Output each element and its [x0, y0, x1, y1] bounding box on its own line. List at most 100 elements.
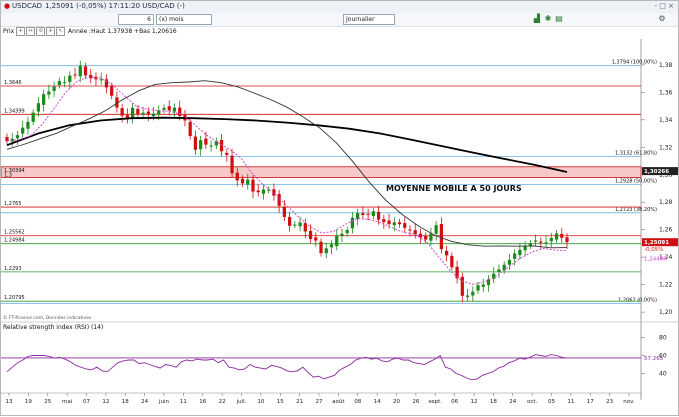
date-tick-label: 27 — [316, 399, 323, 405]
candle-body — [371, 211, 375, 217]
date-tick-label: 24 — [509, 399, 516, 405]
candle-body — [57, 80, 61, 86]
candle-body — [350, 217, 355, 229]
date-tick-label: 21 — [296, 399, 303, 405]
fib-level-label: 1,3132 (61,80%) — [615, 151, 657, 157]
candle-body — [497, 269, 501, 273]
date-tick-label: 17 — [587, 399, 594, 405]
fib-level-label: 1,2723 (38,20%) — [615, 207, 657, 213]
candle-body — [62, 81, 67, 83]
candle-body — [52, 86, 56, 91]
indicators-icon[interactable]: ✱ — [543, 14, 553, 24]
date-tick-label: sept. — [428, 399, 442, 405]
sma200-tag-label: 1,30266 — [644, 169, 669, 175]
candle-body — [528, 243, 532, 246]
window-controls[interactable]: - □ × — [655, 2, 674, 10]
rsi-tick-label: 40 — [659, 371, 667, 378]
candle-body — [261, 189, 266, 194]
window-quote: 1,25091 (-0,05%) 17:11:20 USD/CAD (-) — [45, 2, 185, 10]
candle-body — [345, 229, 349, 234]
date-tick-label: 07 — [83, 399, 90, 405]
candle-body — [230, 155, 234, 174]
candle-body — [209, 145, 213, 147]
date-tick-label: 24 — [141, 399, 148, 405]
fib-level-label: 1,2062 (0,00%) — [618, 298, 657, 304]
rsi-tick-label: 80 — [659, 335, 667, 342]
candle-body — [450, 255, 454, 268]
sr-level-label: 1,2765 — [4, 201, 22, 207]
rsi-line — [6, 354, 568, 381]
candle-body — [319, 241, 323, 254]
candle-body — [335, 235, 339, 247]
date-tick-label: août — [332, 398, 345, 405]
resistance-band — [1, 166, 642, 178]
fib-level-label: 1,3794 (100,00%) — [612, 60, 657, 66]
price-tick-label: 1,22 — [659, 282, 673, 289]
date-tick-label: 18 — [490, 399, 497, 405]
period-unit-select[interactable]: (x) mois — [156, 14, 212, 25]
candle-body — [356, 213, 360, 219]
candle-body — [329, 244, 334, 248]
candle-body — [15, 135, 20, 139]
candle-body — [523, 246, 527, 251]
candle-body — [73, 74, 77, 76]
period-input[interactable]: 6 — [118, 14, 154, 25]
candle-body — [26, 121, 30, 129]
sma50-annotation: MOYENNE MOBILE A 50 JOURS — [386, 184, 522, 193]
date-tick-label: oct. — [527, 399, 538, 405]
candle-body — [324, 248, 328, 254]
candle-body — [303, 222, 307, 232]
candle-body — [246, 179, 250, 185]
candle-body — [549, 237, 553, 242]
close-dot-icon[interactable]: ● — [4, 2, 10, 10]
candle-body — [403, 223, 407, 228]
price-tick-label: 1,28 — [659, 199, 673, 206]
candle-body — [162, 107, 166, 110]
fib-level-label: 1,2928 (50,00%) — [615, 179, 657, 185]
date-tick-label: 16 — [199, 399, 206, 405]
chart-type-icon[interactable]: ▟ — [532, 14, 542, 24]
candle-body — [308, 230, 313, 240]
rsi-title: Relative strength index (RSI) (14) — [3, 324, 103, 331]
date-tick-label: 11 — [567, 399, 574, 405]
sr-level-label: 1,20795 — [4, 295, 25, 301]
candle-body — [298, 222, 302, 227]
candle-body — [560, 233, 564, 238]
settings-icon[interactable]: ⚙ — [657, 14, 667, 24]
candle-body — [78, 65, 82, 77]
candle-body — [68, 75, 72, 82]
candle-body — [36, 103, 41, 112]
candle-body — [83, 66, 88, 76]
candle-body — [120, 108, 124, 116]
candle-body — [413, 230, 417, 235]
candle-body — [481, 284, 485, 287]
candle-body — [141, 112, 145, 115]
date-tick-label: juin — [158, 399, 170, 405]
candle-body — [439, 224, 444, 250]
interval-select[interactable]: Journalier — [343, 14, 395, 25]
price-tick-label: 1,32 — [659, 144, 673, 151]
candle-body — [554, 233, 559, 240]
candle-body — [513, 253, 517, 259]
last-price-tag-label: 1,25091 — [644, 240, 669, 246]
date-tick-label: nov. — [623, 399, 635, 405]
date-tick-label: 10 — [257, 399, 264, 405]
date-tick-label: mai — [62, 399, 73, 405]
date-tick-label: 11 — [180, 399, 187, 405]
candle-body — [193, 136, 198, 150]
candle-body — [31, 112, 35, 122]
window-title: USDCAD — [12, 2, 43, 10]
candle-body — [539, 241, 543, 243]
candle-body — [21, 127, 25, 134]
candle-body — [172, 107, 177, 112]
price-tick-label: 1,20 — [659, 309, 673, 316]
price-tick-label: 1,26 — [659, 227, 673, 234]
export-icon[interactable]: ▤ — [554, 14, 564, 24]
sr-level-label: 1,24984 — [4, 238, 25, 244]
candle-body — [293, 224, 297, 226]
candle-body — [424, 235, 428, 240]
sr-level-label: 1,3646 — [4, 80, 22, 86]
candle-body — [507, 259, 512, 265]
candle-body — [434, 225, 438, 234]
data-credit: © FT-finance.com, Données indicatives — [3, 314, 92, 321]
